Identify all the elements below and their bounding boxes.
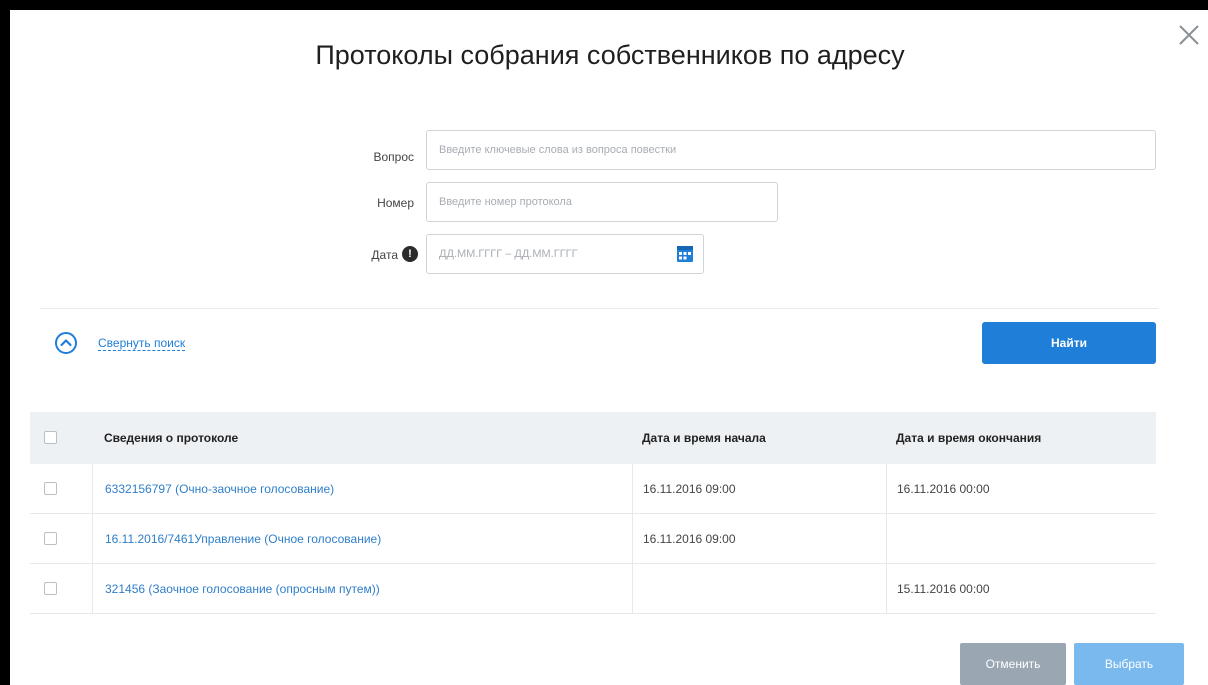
- select-all-checkbox[interactable]: [44, 431, 57, 444]
- start-datetime: 16.11.2016 09:00: [632, 464, 886, 513]
- header-checkbox-cell: [30, 412, 92, 464]
- number-label: Номер: [377, 196, 414, 210]
- row-checkbox[interactable]: [44, 482, 57, 495]
- date-range-placeholder: ДД.ММ.ГГГГ – ДД.ММ.ГГГГ: [439, 248, 578, 260]
- end-datetime: 15.11.2016 00:00: [886, 564, 1156, 613]
- table-row[interactable]: 6332156797 (Очно-заочное голосование) 16…: [30, 464, 1156, 514]
- number-input[interactable]: Введите номер протокола: [426, 182, 778, 222]
- table-row[interactable]: 16.11.2016/7461Управление (Очное голосов…: [30, 514, 1156, 564]
- end-datetime: [886, 514, 1156, 563]
- row-checkbox-cell: [30, 564, 92, 613]
- question-label: Вопрос: [373, 150, 414, 164]
- date-range-input[interactable]: ДД.ММ.ГГГГ – ДД.ММ.ГГГГ: [426, 234, 704, 274]
- date-label: Дата: [371, 248, 398, 262]
- window-frame-left: [0, 0, 10, 685]
- info-icon[interactable]: !: [402, 246, 418, 262]
- protocol-link[interactable]: 16.11.2016/7461Управление (Очное голосов…: [92, 514, 632, 563]
- row-checkbox[interactable]: [44, 532, 57, 545]
- calendar-icon[interactable]: [677, 245, 693, 262]
- find-button[interactable]: Найти: [982, 322, 1156, 364]
- column-header-info[interactable]: Сведения о протоколе: [92, 412, 632, 464]
- table-row[interactable]: 321456 (Заочное голосование (опросным пу…: [30, 564, 1156, 614]
- cancel-button[interactable]: Отменить: [960, 643, 1066, 685]
- dialog-title: Протоколы собрания собственников по адре…: [315, 40, 905, 70]
- start-datetime: 16.11.2016 09:00: [632, 514, 886, 563]
- question-input[interactable]: Введите ключевые слова из вопроса повест…: [426, 130, 1156, 170]
- protocol-link[interactable]: 321456 (Заочное голосование (опросным пу…: [92, 564, 632, 613]
- window-frame-top: [0, 0, 1208, 10]
- column-header-start[interactable]: Дата и время начала: [632, 412, 886, 464]
- close-icon[interactable]: [1176, 22, 1202, 48]
- protocol-link[interactable]: 6332156797 (Очно-заочное голосование): [92, 464, 632, 513]
- row-checkbox[interactable]: [44, 582, 57, 595]
- chevron-up-icon[interactable]: [55, 332, 77, 354]
- column-header-end[interactable]: Дата и время окончания: [886, 412, 1156, 464]
- select-button[interactable]: Выбрать: [1074, 643, 1184, 685]
- end-datetime: 16.11.2016 00:00: [886, 464, 1156, 513]
- search-divider: [40, 308, 1158, 309]
- collapse-search-link[interactable]: Свернуть поиск: [98, 336, 186, 351]
- row-checkbox-cell: [30, 464, 92, 513]
- start-datetime: [632, 564, 886, 613]
- table-header-row: Сведения о протоколе Дата и время начала…: [30, 412, 1156, 464]
- row-checkbox-cell: [30, 514, 92, 563]
